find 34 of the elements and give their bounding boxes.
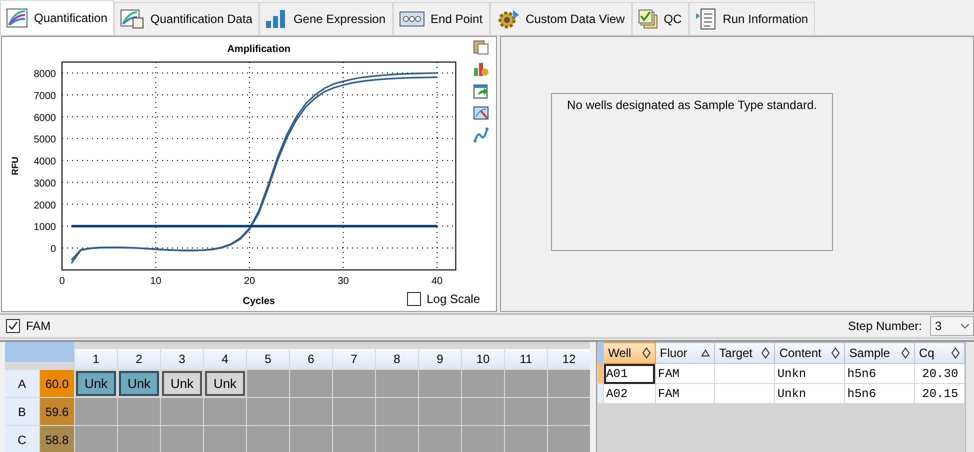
y-tick-label: 4000 [34,156,56,168]
table-cell: h5n6 [844,384,915,404]
x-tick-label: 20 [244,276,256,287]
y-tick-label: 3000 [34,178,56,190]
x-axis-label: Cycles [242,296,275,307]
x-tick-label: 0 [59,276,65,287]
y-tick-label: 1000 [34,222,56,234]
log-scale-label: Log Scale [426,292,480,306]
y-tick-label: 8000 [34,69,56,80]
temperature-cell: 59.6 [40,398,74,425]
table-cell: h5n6 [844,364,915,384]
y-tick-label: 5000 [34,134,56,146]
table-cell: FAM [655,384,715,404]
temperature-cell: 60.0 [40,370,74,397]
x-tick-label: 30 [338,276,349,287]
chart-title: Amplification [227,44,291,55]
table-cell: A02 [604,384,656,404]
y-tick-label: 0 [50,244,56,256]
table-cell: A01 [604,364,656,384]
message-panel: No wells designated as Sample Type standard. [551,93,833,251]
y-tick-label: 2000 [34,200,56,212]
table-cell: Unkn [774,384,845,404]
table-cell: FAM [655,364,715,384]
x-tick-label: 40 [431,276,443,287]
step-number-label: Step Number: [848,319,922,333]
y-tick-label: 6000 [34,112,56,124]
temperature-cell: 58.8 [40,426,74,452]
table-cell: Unkn [774,364,845,384]
y-tick-label: 7000 [34,90,56,102]
y-axis-label: RFU [10,156,20,176]
fluor-label: FAM [26,319,51,333]
table-cell: 20.15 [914,384,965,404]
x-tick-label: 10 [150,276,162,287]
table-cell: 20.30 [914,364,965,384]
